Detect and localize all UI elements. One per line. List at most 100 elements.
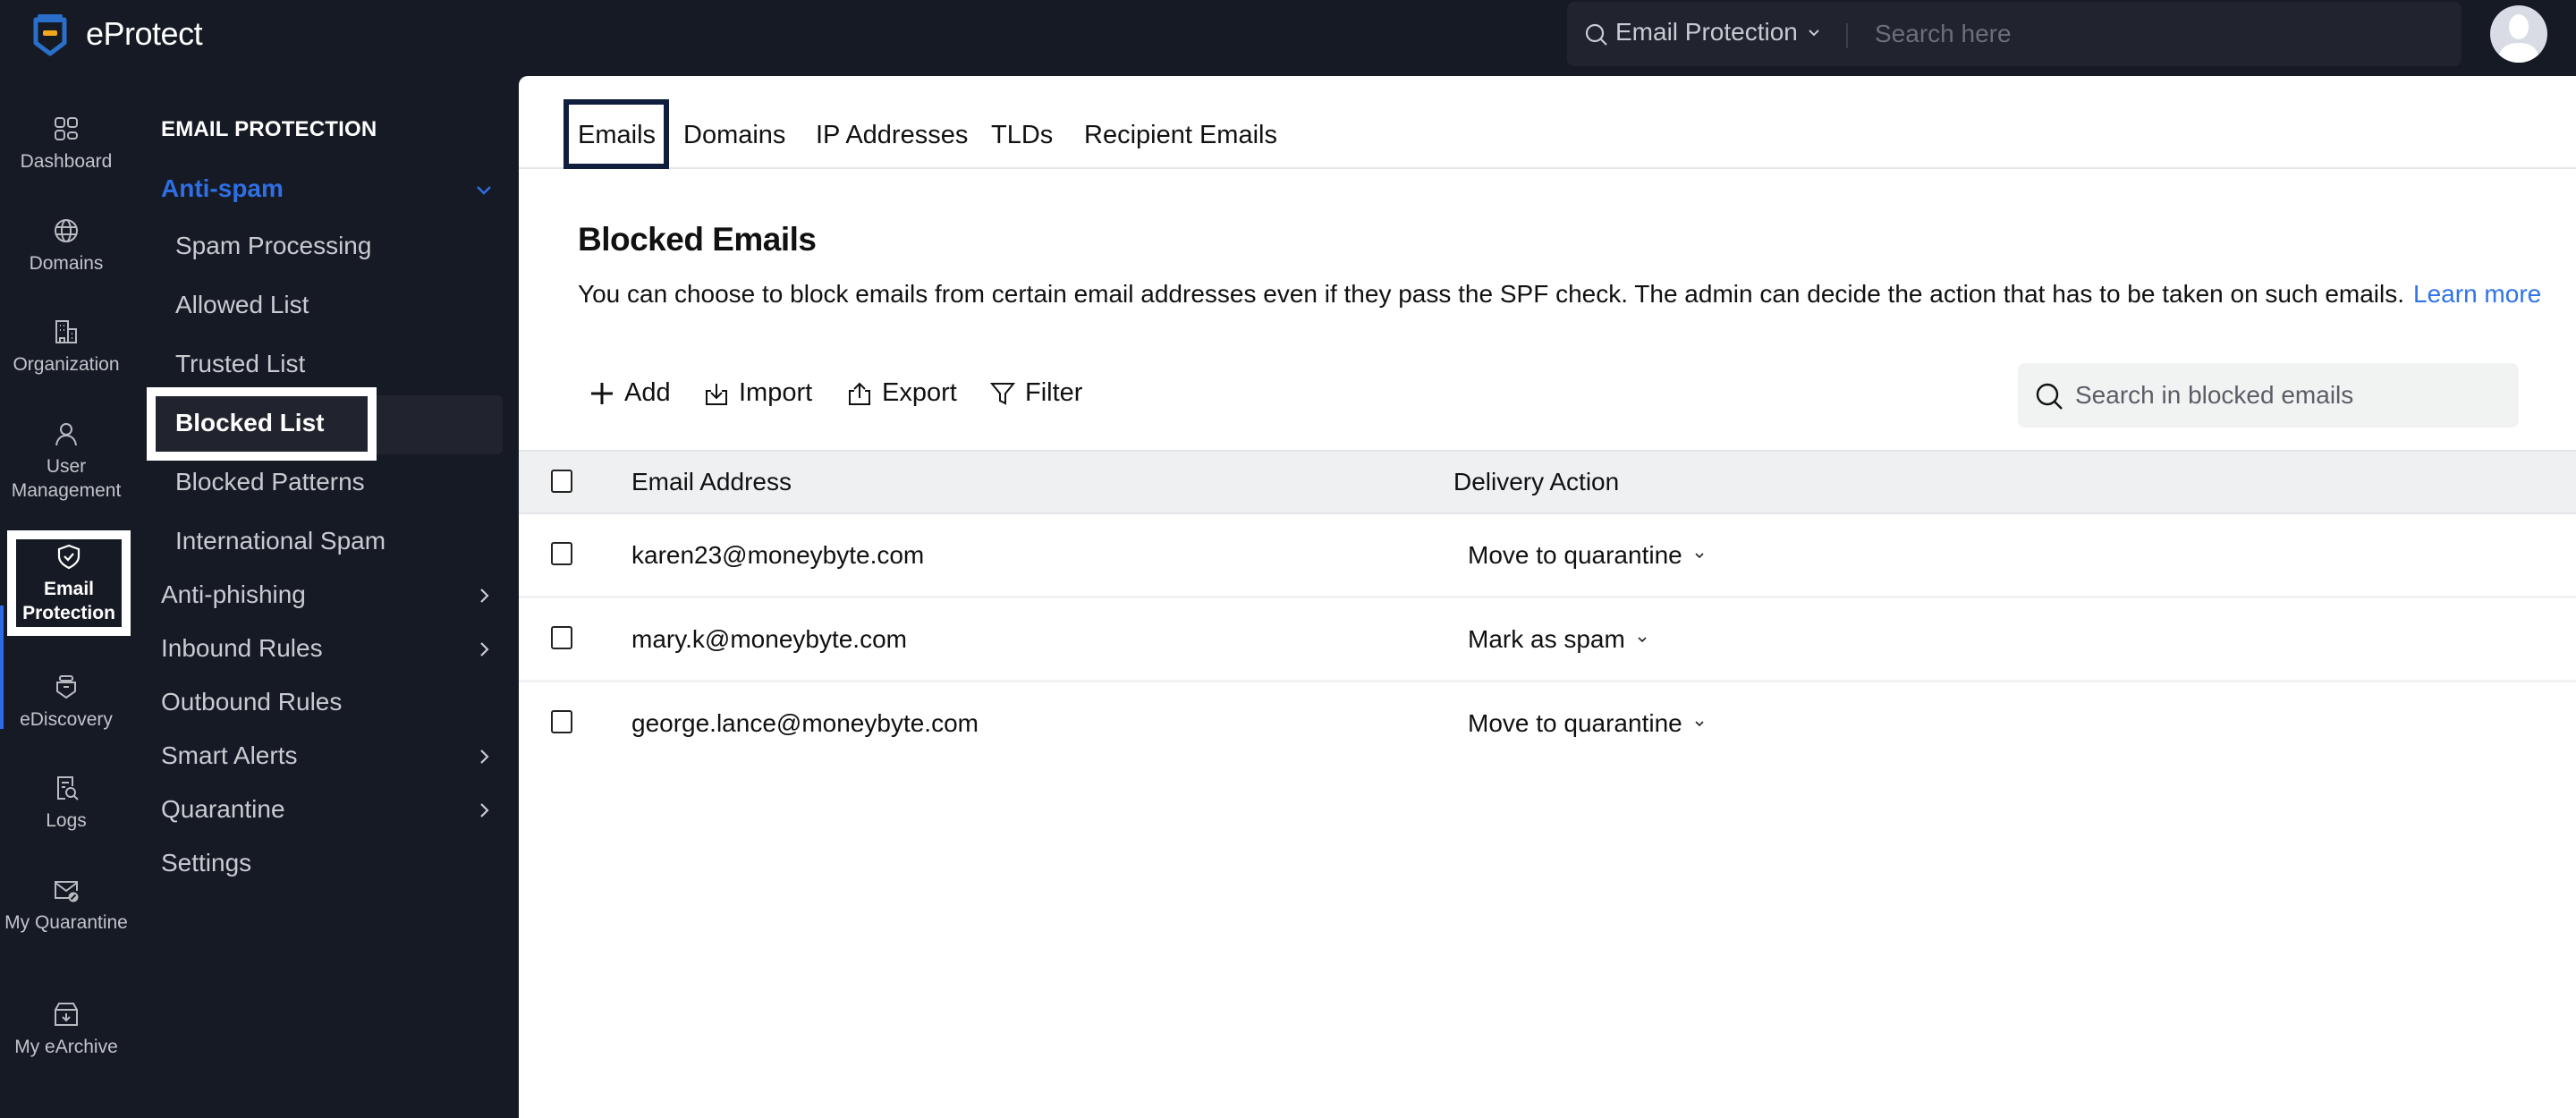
- tab-recipient-emails[interactable]: Recipient Emails: [1084, 121, 1277, 150]
- filter-button[interactable]: Filter: [989, 378, 1082, 408]
- table-row: mary.k@moneybyte.com Mark as spam: [519, 598, 2576, 682]
- shield-check-icon: [57, 544, 80, 570]
- search-icon: [2036, 383, 2063, 410]
- nav-item-allowed-list[interactable]: Allowed List: [175, 291, 309, 319]
- rail-item-dashboard[interactable]: Dashboard: [0, 115, 132, 174]
- mail-blocked-icon: [55, 881, 79, 902]
- learn-more-link[interactable]: Learn more: [2413, 280, 2541, 308]
- tab-tlds[interactable]: TLDs: [991, 121, 1053, 150]
- rail-item-label: My Quarantine: [4, 912, 128, 933]
- select-all-checkbox[interactable]: [551, 470, 572, 493]
- export-label: Export: [882, 378, 957, 407]
- nav-item-spam-processing[interactable]: Spam Processing: [175, 232, 371, 260]
- import-button[interactable]: Import: [703, 378, 812, 408]
- row-email: george.lance@moneybyte.com: [631, 709, 979, 737]
- nav-group-outbound-rules[interactable]: Outbound Rules: [161, 688, 494, 716]
- import-label: Import: [739, 378, 813, 407]
- nav-group-label: Quarantine: [161, 795, 285, 823]
- chevron-right-icon: [480, 750, 489, 764]
- rail-item-email-protection[interactable]: Email Protection: [7, 530, 131, 636]
- tab-emails[interactable]: Emails: [578, 121, 656, 150]
- rail-item-user-management[interactable]: User Management: [0, 420, 132, 503]
- rail-item-ediscovery[interactable]: eDiscovery: [0, 673, 132, 732]
- row-checkbox[interactable]: [551, 542, 572, 565]
- rail-item-my-quarantine[interactable]: My Quarantine: [0, 877, 132, 935]
- nav-group-label: Smart Alerts: [161, 741, 298, 769]
- column-header-delivery-action[interactable]: Delivery Action: [1453, 468, 1619, 496]
- export-button[interactable]: Export: [846, 378, 957, 408]
- subnav-title: EMAIL PROTECTION: [161, 117, 377, 141]
- rail-item-my-earchive[interactable]: My eArchive: [0, 1001, 132, 1059]
- nav-group-anti-phishing[interactable]: Anti-phishing: [161, 580, 494, 609]
- nav-group-label: Anti-spam: [161, 174, 284, 202]
- nav-group-inbound-rules[interactable]: Inbound Rules: [161, 634, 494, 663]
- page-description: You can choose to block emails from cert…: [578, 280, 2541, 309]
- archive-icon: [55, 1003, 78, 1026]
- top-header: eProtect Email Protection: [0, 0, 2576, 76]
- filter-label: Filter: [1025, 378, 1083, 407]
- delivery-action-dropdown[interactable]: Move to quarantine: [1468, 541, 1706, 570]
- search-divider: [1846, 23, 1848, 48]
- page-title: Blocked Emails: [578, 221, 817, 258]
- nav-group-quarantine[interactable]: Quarantine: [161, 795, 494, 824]
- row-checkbox[interactable]: [551, 710, 572, 733]
- tab-bar: Emails Domains IP Addresses TLDs Recipie…: [519, 76, 2576, 169]
- rail-item-label: Organization: [13, 354, 120, 375]
- building-icon: [55, 320, 77, 343]
- email-protection-subnav: EMAIL PROTECTION Anti-spam Spam Processi…: [132, 76, 519, 1118]
- table-header: Email Address Delivery Action: [519, 450, 2576, 514]
- app-title: eProtect: [86, 15, 203, 52]
- blocked-emails-search-input[interactable]: [2075, 376, 2504, 415]
- row-checkbox[interactable]: [551, 626, 572, 649]
- table-row: karen23@moneybyte.com Move to quarantine: [519, 514, 2576, 598]
- log-search-icon: [57, 776, 79, 800]
- main-content-panel: Emails Domains IP Addresses TLDs Recipie…: [519, 76, 2576, 1118]
- nav-group-settings[interactable]: Settings: [161, 849, 494, 877]
- global-search-input[interactable]: [1875, 14, 2429, 54]
- column-header-email-address[interactable]: Email Address: [631, 468, 792, 496]
- nav-group-label: Inbound Rules: [161, 634, 323, 662]
- tab-domains[interactable]: Domains: [683, 121, 785, 150]
- rail-item-label: eDiscovery: [20, 709, 113, 730]
- rail-item-domains[interactable]: Domains: [0, 217, 132, 275]
- ediscovery-icon: [56, 675, 76, 699]
- rail-item-label: Email Protection: [22, 579, 115, 623]
- delivery-action-value: Move to quarantine: [1468, 541, 1682, 569]
- rail-item-label: Logs: [46, 810, 87, 831]
- blocked-emails-search: [2018, 363, 2519, 428]
- rail-item-organization[interactable]: Organization: [0, 318, 132, 377]
- nav-item-trusted-list[interactable]: Trusted List: [175, 350, 305, 378]
- user-silhouette-icon: [2497, 14, 2540, 63]
- chevron-right-icon: [480, 642, 489, 656]
- import-icon: [706, 383, 727, 405]
- nav-item-international-spam[interactable]: International Spam: [175, 527, 386, 555]
- nav-group-anti-spam[interactable]: Anti-spam: [161, 174, 494, 203]
- plus-icon: [591, 382, 613, 404]
- eprotect-logo-icon: [33, 14, 67, 56]
- export-icon: [849, 382, 870, 405]
- rail-item-logs[interactable]: Logs: [0, 775, 132, 833]
- nav-item-blocked-list[interactable]: Blocked List: [175, 409, 324, 437]
- nav-item-blocked-patterns[interactable]: Blocked Patterns: [175, 468, 365, 496]
- chevron-down-icon: [1695, 553, 1704, 559]
- nav-group-label: Anti-phishing: [161, 580, 306, 608]
- app-navigation-rail: Dashboard Domains Organization User Mana…: [0, 76, 132, 1118]
- nav-group-smart-alerts[interactable]: Smart Alerts: [161, 741, 494, 770]
- chevron-down-icon: [1809, 30, 1819, 37]
- add-button[interactable]: Add: [589, 378, 671, 408]
- nav-group-label: Settings: [161, 849, 252, 877]
- rail-item-label: User Management: [11, 456, 122, 501]
- delivery-action-dropdown[interactable]: Move to quarantine: [1468, 709, 1706, 738]
- delivery-action-value: Mark as spam: [1468, 625, 1625, 653]
- search-icon: [1585, 23, 1607, 46]
- filter-icon: [989, 382, 1016, 405]
- tab-ip-addresses[interactable]: IP Addresses: [816, 121, 968, 150]
- user-avatar[interactable]: [2490, 5, 2547, 63]
- chevron-down-icon: [477, 186, 491, 195]
- rail-item-label: Domains: [29, 253, 104, 274]
- grid-icon: [55, 117, 78, 140]
- search-scope-dropdown[interactable]: Email Protection: [1615, 18, 1821, 47]
- search-scope-label: Email Protection: [1615, 18, 1798, 46]
- delivery-action-dropdown[interactable]: Mark as spam: [1468, 625, 1648, 654]
- global-search-bar: Email Protection: [1567, 2, 2462, 66]
